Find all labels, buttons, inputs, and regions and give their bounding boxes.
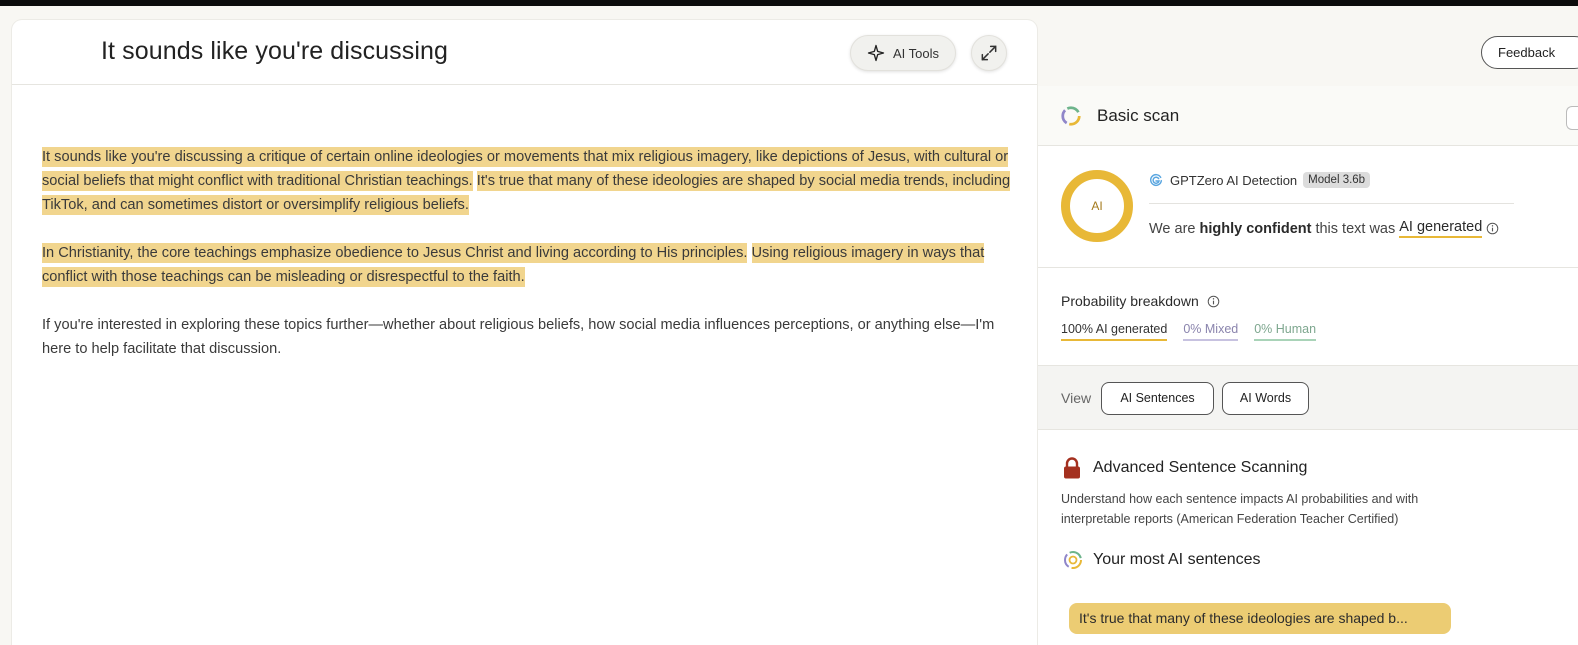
highlighted-sentence[interactable]: In Christianity, the core teachings emph… (42, 243, 748, 263)
view-label: View (1061, 390, 1092, 406)
most-ai-title: Your most AI sentences (1093, 551, 1261, 568)
panel-edge-handle[interactable] (1566, 106, 1578, 130)
confidence-middle: this text was (1315, 220, 1396, 237)
info-icon[interactable] (1207, 295, 1220, 308)
model-badge: Model 3.6b (1303, 172, 1371, 188)
ai-tools-button[interactable]: AI Tools (850, 35, 956, 71)
detection-result: AI GPTZero AI Detection Model 3.6b We ar… (1038, 146, 1578, 268)
expand-icon (981, 45, 997, 61)
ai-sentences-icon (1064, 551, 1082, 569)
paragraph: If you're interested in exploring these … (42, 313, 1017, 361)
sparkle-icon (867, 44, 885, 62)
document-title[interactable]: It sounds like you're discussing (101, 37, 448, 66)
verdict-label[interactable]: AI generated (1399, 219, 1483, 238)
confidence-statement: We are highly confident this text was AI… (1149, 219, 1499, 238)
expand-button[interactable] (971, 35, 1007, 71)
top-ai-sentence[interactable]: It's true that many of these ideologies … (1069, 603, 1451, 634)
gptzero-logo-icon (1150, 173, 1163, 187)
sentence: If you're interested in exploring these … (42, 317, 995, 357)
scan-header[interactable]: Basic scan (1038, 86, 1578, 146)
detector-name: GPTZero AI Detection (1170, 172, 1298, 188)
lock-icon (1064, 457, 1080, 479)
window-top-bar (0, 0, 1578, 6)
advanced-scanning-header: Advanced Sentence Scanning (1061, 456, 1307, 480)
probability-breakdown: Probability breakdown 100% AI generated … (1038, 268, 1578, 366)
document-body[interactable]: It sounds like you're discussing a criti… (42, 145, 1017, 385)
probability-title: Probability breakdown (1061, 293, 1199, 309)
feedback-button[interactable]: Feedback (1481, 36, 1578, 69)
advanced-title: Advanced Sentence Scanning (1093, 459, 1308, 476)
ai-words-button[interactable]: AI Words (1222, 382, 1309, 415)
scan-title: Basic scan (1097, 106, 1180, 125)
probability-tabs: 100% AI generated 0% Mixed 0% Human (1061, 322, 1317, 341)
info-icon[interactable] (1486, 222, 1499, 235)
paragraph: It sounds like you're discussing a criti… (42, 145, 1017, 217)
detector-line: GPTZero AI Detection Model 3.6b (1148, 172, 1371, 188)
most-ai-header: Your most AI sentences (1063, 550, 1261, 570)
probability-mixed[interactable]: 0% Mixed (1183, 322, 1239, 341)
ring-label: AI (1091, 199, 1103, 213)
probability-title-row: Probability breakdown (1061, 293, 1220, 309)
scan-spinner-icon (1061, 106, 1081, 126)
document-editor: It sounds like you're discussing AI Tool… (12, 20, 1037, 645)
advanced-description: Understand how each sentence impacts AI … (1061, 492, 1419, 526)
results-panel: Basic scan AI GPTZero AI Detection Model… (1038, 86, 1578, 645)
ai-tools-label: AI Tools (892, 45, 939, 61)
paragraph: In Christianity, the core teachings emph… (42, 241, 1017, 289)
divider (1149, 203, 1514, 204)
probability-human[interactable]: 0% Human (1254, 322, 1317, 341)
confidence-level: highly confident (1199, 220, 1312, 237)
view-selector: View AI Sentences AI Words (1038, 366, 1578, 430)
confidence-prefix: We are (1149, 220, 1196, 237)
ai-score-ring: AI (1061, 170, 1133, 242)
probability-ai[interactable]: 100% AI generated (1061, 322, 1168, 341)
ai-sentences-button[interactable]: AI Sentences (1101, 382, 1214, 415)
editor-header: It sounds like you're discussing AI Tool… (12, 20, 1037, 85)
